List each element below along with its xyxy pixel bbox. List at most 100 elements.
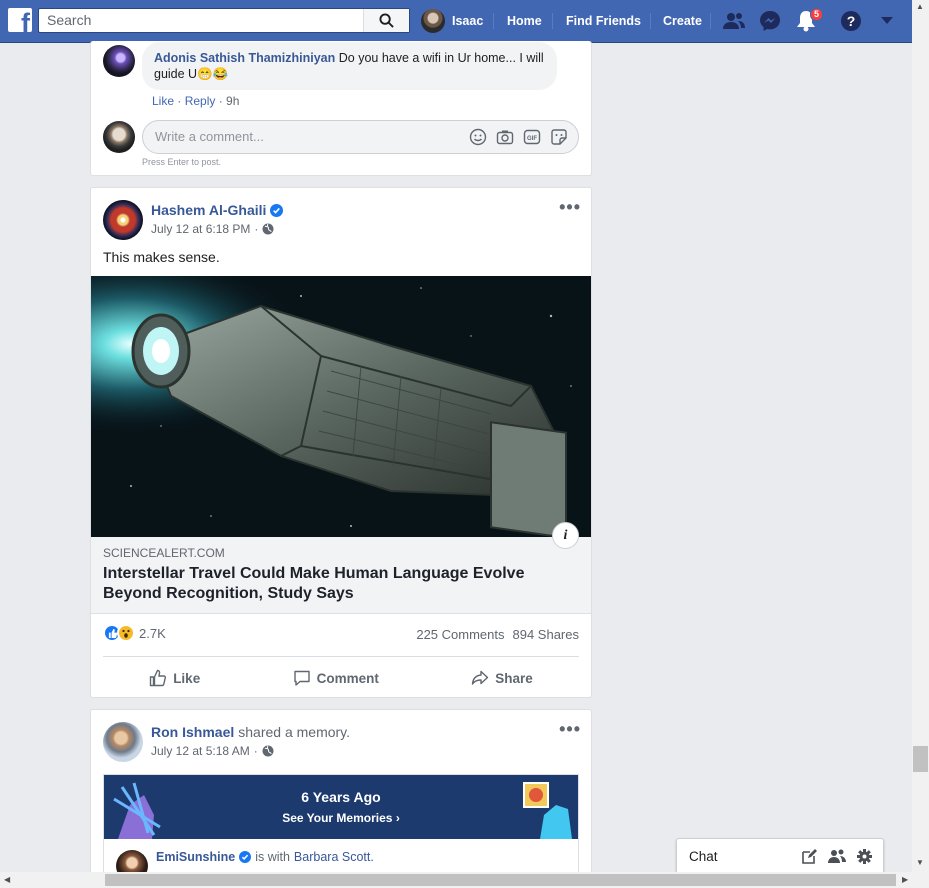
nav-find-friends-label: Find Friends: [566, 14, 641, 28]
scroll-up-arrow-icon[interactable]: ▲: [916, 2, 924, 11]
comment-like-link[interactable]: Like: [152, 94, 174, 108]
comment-button[interactable]: Comment: [283, 660, 389, 696]
create-group-icon[interactable]: [828, 848, 846, 865]
nav-home-link[interactable]: Home: [507, 0, 542, 42]
comment-actions: Like · Reply · 9h: [152, 94, 240, 108]
emoji-icon[interactable]: [469, 128, 487, 146]
see-memories-link[interactable]: See Your Memories ›: [104, 811, 578, 825]
svg-text:GIF: GIF: [527, 136, 537, 142]
nav-divider: [493, 13, 494, 29]
nav-divider: [650, 13, 651, 29]
chat-sidebar-tab[interactable]: Chat: [676, 838, 884, 874]
user-avatar: [421, 9, 445, 33]
comments-count-link[interactable]: 225 Comments: [416, 627, 504, 642]
horizontal-scrollbar-thumb[interactable]: [105, 874, 896, 886]
user-name: Isaac: [452, 14, 484, 28]
post-actions: Like Comment Share: [103, 660, 579, 696]
post-author-link[interactable]: Ron Ishmael: [151, 724, 234, 740]
share-label: Share: [495, 670, 533, 686]
nav-divider: [710, 13, 711, 29]
shared-with-text: is with: [255, 850, 290, 864]
scroll-right-arrow-icon[interactable]: ▶: [902, 875, 908, 884]
shares-count-link[interactable]: 894 Shares: [513, 627, 580, 642]
nav-divider: [552, 13, 553, 29]
comment-box: GIF: [142, 120, 579, 154]
vertical-scrollbar-thumb[interactable]: [913, 746, 928, 772]
post-author: Ron Ishmael shared a memory.: [151, 724, 350, 740]
commenter-avatar[interactable]: [103, 45, 135, 77]
comment-label: Comment: [316, 670, 379, 686]
link-info-icon[interactable]: i: [552, 522, 579, 549]
link-preview-image[interactable]: [91, 276, 591, 537]
nav-create-link[interactable]: Create: [663, 0, 702, 42]
chat-settings-gear-icon[interactable]: [856, 848, 873, 865]
reaction-summary[interactable]: 2.7K: [103, 624, 166, 642]
post-author-link[interactable]: Hashem Al-Ghaili: [151, 202, 266, 218]
messenger-icon[interactable]: [758, 9, 782, 33]
nav-find-friends-link[interactable]: Find Friends: [566, 0, 641, 42]
like-icon: [149, 669, 167, 687]
account-menu-dropdown-icon[interactable]: [875, 9, 899, 33]
comment-author-link[interactable]: Adonis Sathish Thamizhiniyan: [154, 51, 335, 65]
verified-badge-icon: [239, 851, 252, 863]
previous-post-comments: Adonis Sathish Thamizhiniyan Do you have…: [90, 41, 592, 176]
help-icon[interactable]: ?: [839, 9, 863, 33]
search-icon: [379, 13, 394, 28]
post-timestamp[interactable]: July 12 at 5:18 AM: [151, 744, 250, 758]
search-button[interactable]: [363, 9, 409, 32]
profile-link[interactable]: Isaac: [421, 0, 483, 42]
sticker-icon[interactable]: [550, 128, 568, 146]
search-input[interactable]: [39, 9, 359, 31]
post-card: Hashem Al-Ghaili July 12 at 6:18 PM · ••…: [90, 187, 592, 698]
author-avatar[interactable]: [103, 722, 143, 762]
memory-banner[interactable]: 6 Years Ago See Your Memories ›: [104, 775, 578, 839]
new-message-icon[interactable]: [801, 848, 818, 865]
like-button[interactable]: Like: [139, 660, 210, 696]
actions-divider: [103, 656, 579, 657]
public-globe-icon: [262, 745, 274, 757]
scroll-down-arrow-icon[interactable]: ▼: [916, 858, 924, 867]
shared-post-header: EmiSunshine is with Barbara Scott.: [156, 850, 374, 864]
wow-reaction-icon: [117, 624, 135, 642]
link-domain: SCIENCEALERT.COM: [103, 546, 225, 560]
engagement-counts: 225 Comments 894 Shares: [416, 627, 579, 642]
comment-bubble: Adonis Sathish Thamizhiniyan Do you have…: [142, 42, 557, 90]
nav-create-label: Create: [663, 14, 702, 28]
post-card: Ron Ishmael shared a memory. July 12 at …: [90, 709, 592, 882]
camera-icon[interactable]: [496, 128, 514, 146]
link-title[interactable]: Interstellar Travel Could Make Human Lan…: [103, 564, 563, 604]
verified-badge-icon: [270, 203, 284, 217]
post-options-icon[interactable]: •••: [559, 719, 581, 740]
facebook-logo-icon[interactable]: f: [8, 8, 32, 32]
post-timestamp[interactable]: July 12 at 6:18 PM: [151, 222, 250, 236]
comment-timestamp[interactable]: 9h: [226, 94, 239, 108]
svg-text:?: ?: [847, 13, 856, 29]
post-author: Hashem Al-Ghaili: [151, 202, 284, 218]
chat-label: Chat: [689, 849, 718, 864]
comment-attachment-icons: GIF: [469, 128, 568, 146]
memory-attachment: 6 Years Ago See Your Memories › EmiSunsh…: [103, 774, 579, 882]
link-preview-box[interactable]: SCIENCEALERT.COM Interstellar Travel Cou…: [91, 537, 591, 614]
comment-reply-link[interactable]: Reply: [185, 94, 216, 108]
friend-requests-icon[interactable]: [722, 9, 746, 33]
tagged-person-link[interactable]: Barbara Scott.: [294, 850, 374, 864]
like-label: Like: [173, 670, 201, 686]
post-meta: July 12 at 6:18 PM ·: [151, 222, 274, 236]
share-icon: [472, 670, 489, 685]
chevron-right-icon: ›: [395, 811, 400, 825]
share-button[interactable]: Share: [461, 660, 543, 696]
page-avatar[interactable]: [103, 200, 143, 240]
see-memories-label: See Your Memories: [282, 811, 393, 825]
shared-author-link[interactable]: EmiSunshine: [156, 850, 235, 864]
write-comment-input[interactable]: [143, 121, 443, 152]
scroll-left-arrow-icon[interactable]: ◀: [4, 875, 10, 884]
nav-home-label: Home: [507, 14, 542, 28]
vertical-scrollbar[interactable]: [912, 0, 929, 872]
chat-controls: [801, 848, 873, 865]
top-navigation-bar: f Isaac Home Find Friends Create 5 ?: [0, 0, 912, 43]
post-meta: July 12 at 5:18 AM ·: [151, 744, 274, 758]
notification-count-badge: 5: [810, 8, 824, 21]
post-text: This makes sense.: [103, 249, 220, 265]
gif-icon[interactable]: GIF: [523, 128, 541, 146]
post-options-icon[interactable]: •••: [559, 197, 581, 218]
